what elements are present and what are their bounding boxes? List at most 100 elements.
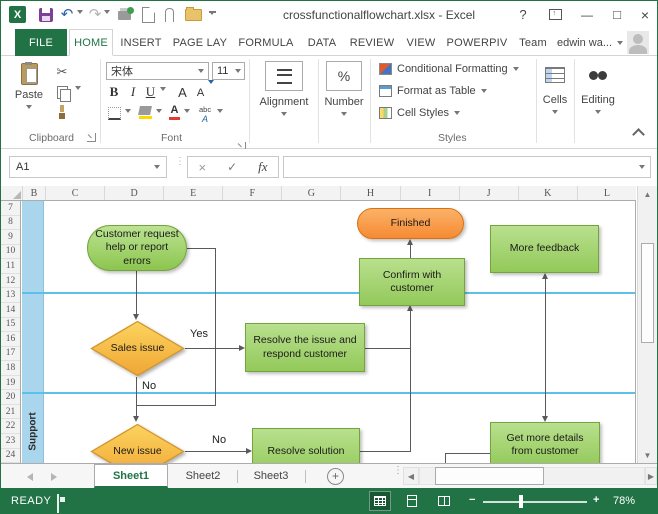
node-customer-request[interactable]: Customer request help or report errors bbox=[87, 225, 187, 271]
cells-menu-button[interactable]: Cells bbox=[539, 61, 571, 114]
paste-button[interactable]: Paste bbox=[11, 61, 47, 127]
tab-data[interactable]: DATA bbox=[301, 29, 343, 56]
cut-button[interactable]: ✂ bbox=[53, 64, 71, 80]
account-menu[interactable]: edwin wa... bbox=[557, 29, 623, 56]
column-header[interactable]: B bbox=[23, 186, 46, 200]
zoom-slider-thumb[interactable] bbox=[519, 495, 523, 508]
node-more-feedback[interactable]: More feedback bbox=[490, 225, 599, 273]
column-header[interactable]: C bbox=[46, 186, 105, 200]
font-color-button[interactable]: A bbox=[169, 105, 180, 120]
account-avatar[interactable] bbox=[627, 31, 649, 54]
select-all-corner[interactable] bbox=[1, 186, 23, 200]
hscroll-left-button[interactable]: ◀ bbox=[403, 467, 419, 485]
next-sheet-button[interactable] bbox=[51, 473, 57, 481]
scroll-down-button[interactable]: ▼ bbox=[638, 447, 657, 463]
phonetic-button[interactable]: abc A bbox=[199, 104, 211, 123]
underline-button[interactable]: U bbox=[144, 84, 157, 100]
shrink-font-button[interactable]: A bbox=[194, 86, 207, 100]
row-header[interactable]: 7 bbox=[1, 201, 20, 216]
format-painter-button[interactable] bbox=[53, 104, 71, 120]
zoom-in-button[interactable]: + bbox=[593, 494, 599, 506]
column-header[interactable]: J bbox=[460, 186, 519, 200]
previous-sheet-button[interactable] bbox=[27, 473, 33, 481]
tab-file[interactable]: FILE bbox=[15, 29, 67, 56]
cell-styles-button[interactable]: Cell Styles bbox=[379, 107, 460, 119]
format-as-table-button[interactable]: Format as Table bbox=[379, 85, 487, 97]
tab-page-layout[interactable]: PAGE LAY bbox=[169, 29, 231, 56]
zoom-level[interactable]: 78% bbox=[613, 495, 635, 507]
row-header[interactable]: 16 bbox=[1, 332, 20, 347]
conditional-formatting-button[interactable]: Conditional Formatting bbox=[379, 63, 519, 75]
row-header[interactable]: 12 bbox=[1, 274, 20, 289]
editing-menu-button[interactable]: Editing bbox=[577, 61, 619, 114]
add-sheet-button[interactable]: + bbox=[327, 468, 344, 485]
row-header[interactable]: 10 bbox=[1, 245, 20, 260]
font-size-combo[interactable]: 11 bbox=[212, 62, 245, 80]
formula-input[interactable] bbox=[283, 156, 651, 178]
sheet-tab-sheet1[interactable]: Sheet1 bbox=[94, 464, 168, 488]
row-header[interactable]: 23 bbox=[1, 434, 20, 449]
grow-font-button[interactable]: A bbox=[175, 84, 190, 100]
column-header[interactable]: D bbox=[105, 186, 164, 200]
name-box[interactable]: A1 bbox=[9, 156, 167, 178]
macro-record-icon[interactable] bbox=[57, 494, 59, 513]
page-layout-view-button[interactable] bbox=[401, 491, 423, 511]
tab-powerpivot[interactable]: POWERPIV bbox=[443, 29, 511, 56]
column-header[interactable]: H bbox=[341, 186, 400, 200]
clipboard-dialog-launcher[interactable] bbox=[87, 133, 96, 142]
close-button[interactable]: × bbox=[631, 1, 658, 28]
sheet-tab-sheet2[interactable]: Sheet2 bbox=[171, 464, 235, 488]
zoom-out-button[interactable]: − bbox=[469, 494, 475, 506]
enter-icon[interactable]: ✓ bbox=[227, 160, 237, 174]
row-header[interactable]: 13 bbox=[1, 288, 20, 303]
open-folder-button[interactable] bbox=[183, 5, 203, 25]
minimize-button[interactable]: — bbox=[573, 1, 601, 28]
row-header[interactable]: 19 bbox=[1, 376, 20, 391]
column-header[interactable]: E bbox=[164, 186, 223, 200]
formula-bar-drag-handle[interactable]: ⋮ bbox=[175, 160, 185, 164]
column-header[interactable]: G bbox=[282, 186, 341, 200]
row-header[interactable]: 11 bbox=[1, 259, 20, 274]
fill-color-dropdown[interactable] bbox=[156, 113, 162, 131]
column-header[interactable]: K bbox=[519, 186, 578, 200]
row-header[interactable]: 21 bbox=[1, 405, 20, 420]
tab-formulas[interactable]: FORMULA bbox=[235, 29, 297, 56]
row-header[interactable]: 17 bbox=[1, 347, 20, 362]
tab-review[interactable]: REVIEW bbox=[346, 29, 398, 56]
sheet-canvas[interactable]: Support Yes No No Customer request bbox=[22, 201, 636, 463]
copy-dropdown[interactable] bbox=[75, 90, 81, 108]
insert-function-icon[interactable]: fx bbox=[258, 159, 267, 175]
column-header[interactable]: L bbox=[578, 186, 636, 200]
help-button[interactable]: ? bbox=[509, 1, 537, 28]
expand-formula-bar-caret[interactable] bbox=[639, 165, 645, 169]
font-color-dropdown[interactable] bbox=[184, 113, 190, 131]
vertical-scrollbar[interactable]: ▲ ▼ bbox=[637, 186, 657, 463]
node-finished[interactable]: Finished bbox=[357, 208, 464, 239]
save-button[interactable] bbox=[37, 5, 55, 25]
row-header[interactable]: 14 bbox=[1, 303, 20, 318]
row-header[interactable]: 20 bbox=[1, 390, 20, 405]
node-get-more-details[interactable]: Get more details from customer bbox=[490, 422, 600, 463]
ribbon-display-options-button[interactable]: ↑ bbox=[541, 1, 569, 28]
normal-view-button[interactable] bbox=[369, 491, 391, 511]
column-header[interactable]: I bbox=[401, 186, 460, 200]
tab-insert[interactable]: INSERT bbox=[117, 29, 165, 56]
hscroll-right-button[interactable]: ▶ bbox=[645, 467, 657, 485]
row-header[interactable]: 18 bbox=[1, 361, 20, 376]
row-header[interactable]: 15 bbox=[1, 318, 20, 333]
tab-view[interactable]: VIEW bbox=[401, 29, 441, 56]
undo-button[interactable]: ↶ bbox=[59, 5, 75, 25]
tabbar-drag-handle[interactable]: ⋮ bbox=[393, 469, 403, 474]
number-menu-button[interactable]: % Number bbox=[321, 61, 367, 116]
page-break-view-button[interactable] bbox=[433, 491, 455, 511]
zoom-slider-track[interactable] bbox=[483, 501, 587, 503]
new-document-button[interactable] bbox=[140, 5, 156, 25]
phonetic-dropdown[interactable] bbox=[217, 113, 223, 131]
bold-button[interactable]: B bbox=[107, 84, 121, 100]
row-header[interactable]: 22 bbox=[1, 419, 20, 434]
underline-dropdown[interactable] bbox=[160, 91, 166, 109]
node-new-issue[interactable] bbox=[90, 423, 185, 463]
tab-home[interactable]: HOME bbox=[69, 29, 113, 56]
node-confirm-with-customer[interactable]: Confirm with customer bbox=[359, 258, 465, 306]
italic-button[interactable]: I bbox=[127, 84, 139, 100]
